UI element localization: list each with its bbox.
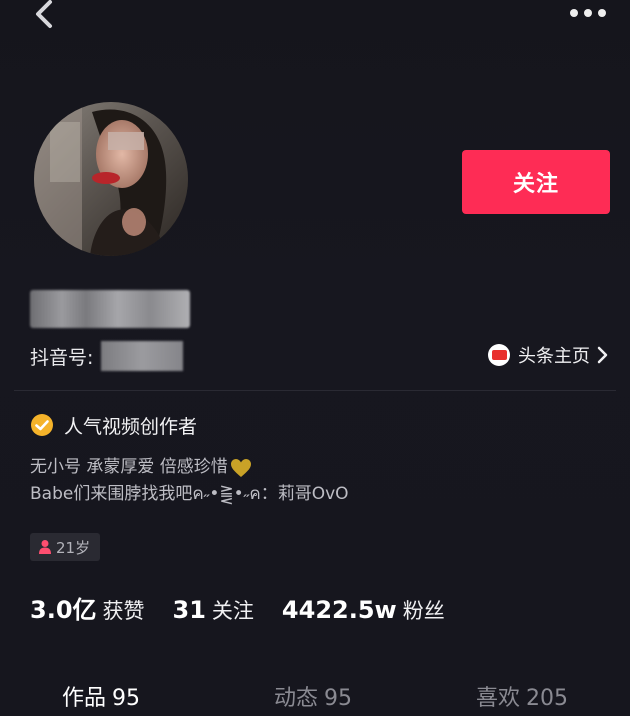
- bio: 无小号 承蒙厚爱 倍感珍惜 Babe们来围脖找我吧ค˶•⪌•˶ค：莉哥OvO: [30, 454, 600, 508]
- female-icon: [39, 540, 51, 554]
- stat-following-value: 31: [172, 596, 206, 624]
- avatar[interactable]: [34, 102, 188, 256]
- chevron-right-icon: [597, 346, 608, 364]
- bio-line-2: Babe们来围脖找我吧ค˶•⪌•˶ค：莉哥OvO: [30, 484, 349, 504]
- toutiao-logo-icon: [488, 344, 510, 366]
- toutiao-link-label: 头条主页: [518, 346, 590, 367]
- content-tabs: 作品 95 动态 95 喜欢 205: [0, 680, 630, 716]
- tab-likes-label: 喜欢: [476, 686, 521, 711]
- tab-likes-count: 205: [526, 686, 569, 711]
- nickname-redacted: [30, 290, 190, 328]
- age-label: 21岁: [56, 538, 91, 557]
- toutiao-homepage-link[interactable]: 头条主页: [488, 340, 608, 370]
- tab-works-count: 95: [112, 686, 141, 711]
- tab-activity[interactable]: 动态 95: [274, 680, 352, 712]
- chevron-left-icon[interactable]: [30, 0, 60, 30]
- bio-line-1: 无小号 承蒙厚爱 倍感珍惜: [30, 454, 600, 481]
- age-tag: 21岁: [30, 533, 101, 561]
- tab-works-label: 作品: [62, 686, 107, 711]
- tab-works[interactable]: 作品 95: [62, 680, 140, 712]
- stats-row: 3.0亿 获赞 31 关注 4422.5w 粉丝: [30, 590, 473, 634]
- stat-likes[interactable]: 3.0亿 获赞: [30, 590, 145, 625]
- tab-activity-label: 动态: [274, 686, 319, 711]
- stat-fans-value: 4422.5w: [281, 596, 397, 624]
- follow-button[interactable]: 关注: [462, 150, 610, 214]
- stat-likes-value: 3.0亿: [30, 596, 97, 624]
- profile-page: 关注 抖音号: 头条主页 人气视频创作者 无小号 承蒙厚爱 倍感珍惜 Babe们…: [0, 0, 630, 716]
- stat-fans-label: 粉丝: [402, 599, 445, 623]
- creator-badge: 人气视频创作者: [30, 410, 197, 440]
- stat-likes-label: 获赞: [102, 599, 145, 623]
- avatar-photo: [34, 102, 188, 256]
- bio-line-1-text: 无小号 承蒙厚爱 倍感珍惜: [30, 457, 228, 477]
- creator-badge-label: 人气视频创作者: [64, 415, 198, 438]
- more-dots-icon[interactable]: [568, 4, 608, 22]
- heart-icon: [230, 458, 251, 477]
- douyin-id-redacted: [101, 341, 184, 371]
- divider: [14, 390, 616, 391]
- verified-check-icon: [31, 414, 53, 436]
- stat-following[interactable]: 31 关注: [173, 595, 254, 625]
- douyin-id-label: 抖音号:: [30, 346, 94, 369]
- tab-activity-count: 95: [324, 686, 353, 711]
- tab-likes[interactable]: 喜欢 205: [476, 680, 568, 712]
- douyin-id-row: 抖音号:: [30, 340, 184, 372]
- stat-fans[interactable]: 4422.5w 粉丝: [282, 595, 445, 625]
- stat-following-label: 关注: [211, 599, 254, 623]
